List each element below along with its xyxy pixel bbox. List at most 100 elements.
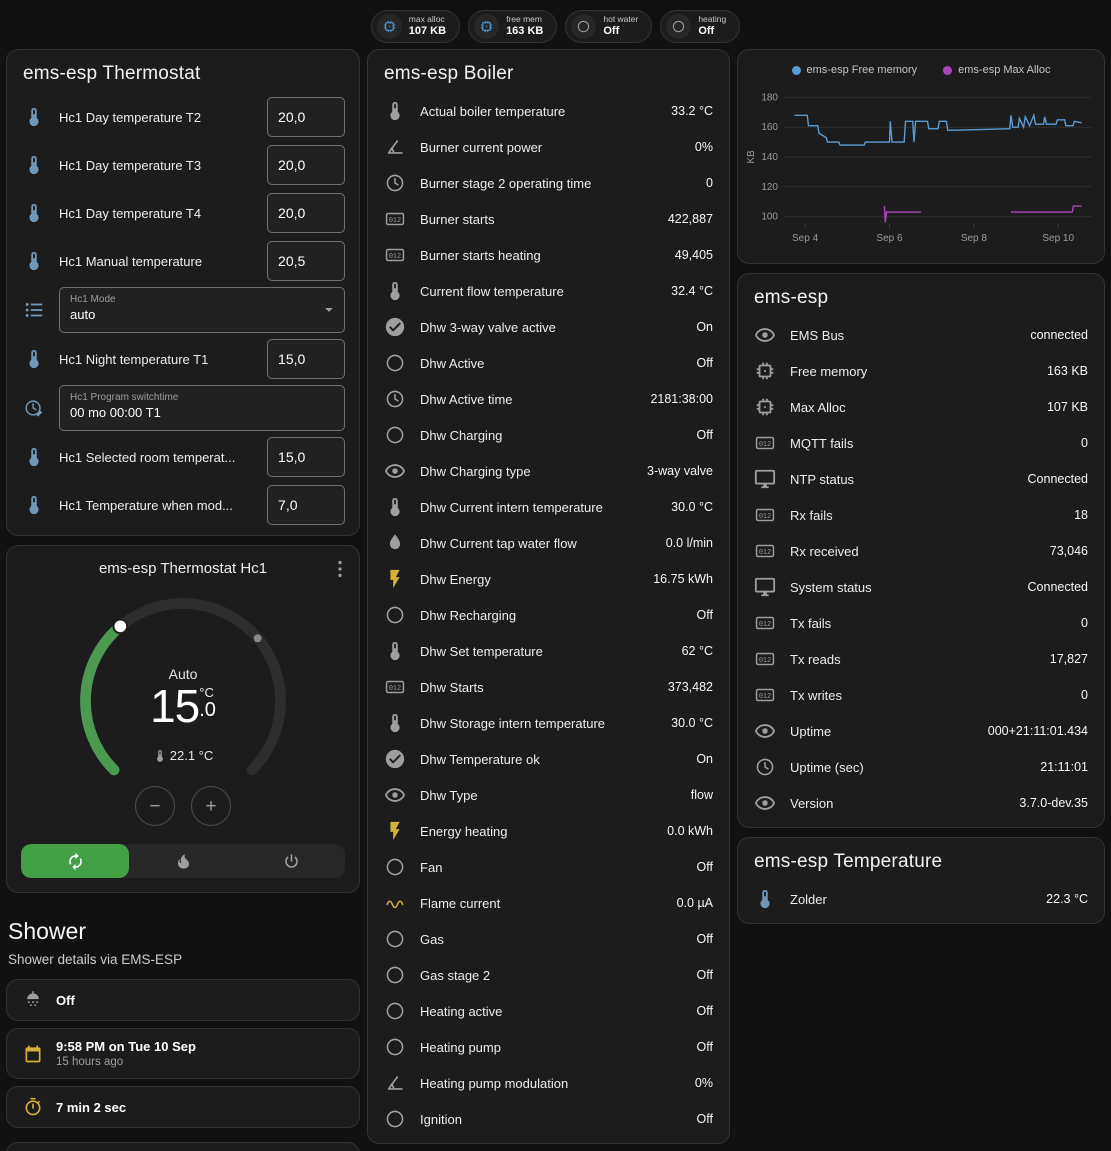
entity-row[interactable]: System statusConnected bbox=[738, 569, 1104, 605]
entity-name: Gas stage 2 bbox=[420, 968, 683, 983]
entity-row[interactable]: Dhw 3-way valve activeOn bbox=[368, 309, 729, 345]
badge[interactable]: free mem163 KB bbox=[468, 10, 557, 43]
entity-row[interactable]: Heating pump modulation0% bbox=[368, 1065, 729, 1101]
entity-value: Connected bbox=[1028, 472, 1088, 486]
entity-row[interactable]: Dhw Active time2181:38:00 bbox=[368, 381, 729, 417]
off-mode-button[interactable] bbox=[237, 844, 345, 878]
shower-card[interactable]: 7 min 2 sec bbox=[6, 1086, 360, 1128]
number-input[interactable]: 20,0 bbox=[267, 145, 345, 185]
entity-row[interactable]: Flame current0.0 µA bbox=[368, 885, 729, 921]
entity-row[interactable]: Actual boiler temperature33.2 °C bbox=[368, 93, 729, 129]
entity-name: EMS Bus bbox=[790, 328, 1016, 343]
entity-row[interactable]: Dhw Current tap water flow0.0 l/min bbox=[368, 525, 729, 561]
entity-value: 3.7.0-dev.35 bbox=[1019, 796, 1088, 810]
text-input[interactable]: Hc1 Program switchtime00 mo 00:00 T1 bbox=[59, 385, 345, 431]
entity-name: Max Alloc bbox=[790, 400, 1033, 415]
entity-row[interactable]: Dhw Temperature okOn bbox=[368, 741, 729, 777]
legend-item[interactable]: ems-esp Max Alloc bbox=[943, 64, 1050, 76]
entity-row[interactable]: Dhw ChargingOff bbox=[368, 417, 729, 453]
entity-row[interactable]: Uptime000+21:11:01.434 bbox=[738, 713, 1104, 749]
entity-name: Zolder bbox=[790, 892, 1032, 907]
entity-row[interactable]: Max Alloc107 KB bbox=[738, 389, 1104, 425]
shower-card[interactable]: 9:58 PM on Tue 10 Sep15 hours ago bbox=[6, 1028, 360, 1079]
entity-row[interactable]: Burner current power0% bbox=[368, 129, 729, 165]
svg-text:KB: KB bbox=[746, 150, 757, 164]
shower-card[interactable] bbox=[6, 1142, 360, 1151]
entity-row[interactable]: FanOff bbox=[368, 849, 729, 885]
target-temp-fraction: .0 bbox=[199, 700, 216, 721]
circle-outline-icon bbox=[384, 1108, 406, 1130]
dial-card-title: ems-esp Thermostat Hc1 bbox=[99, 560, 267, 577]
entity-row[interactable]: 012Rx received73,046 bbox=[738, 533, 1104, 569]
heat-mode-button[interactable] bbox=[129, 844, 237, 878]
setting-name: Hc1 Day temperature T3 bbox=[59, 158, 253, 173]
shower-card[interactable]: Off bbox=[6, 979, 360, 1021]
decrease-button[interactable]: − bbox=[135, 786, 175, 826]
entity-row[interactable]: Dhw ActiveOff bbox=[368, 345, 729, 381]
chart-legend: ems-esp Free memory ems-esp Max Alloc bbox=[744, 56, 1098, 78]
entity-row[interactable]: GasOff bbox=[368, 921, 729, 957]
entity-row[interactable]: Dhw Storage intern temperature30.0 °C bbox=[368, 705, 729, 741]
entity-row[interactable]: Heating activeOff bbox=[368, 993, 729, 1029]
entity-row[interactable]: Free memory163 KB bbox=[738, 353, 1104, 389]
more-menu-button[interactable] bbox=[329, 558, 351, 580]
entity-row[interactable]: 012Tx writes0 bbox=[738, 677, 1104, 713]
temp-unit: °C bbox=[199, 686, 216, 700]
circle-outline-icon bbox=[576, 19, 591, 34]
target-handle[interactable] bbox=[113, 619, 127, 633]
entity-row[interactable]: Dhw Current intern temperature30.0 °C bbox=[368, 489, 729, 525]
number-input[interactable]: 7,0 bbox=[267, 485, 345, 525]
number-input[interactable]: 20,5 bbox=[267, 241, 345, 281]
number-input[interactable]: 15,0 bbox=[267, 339, 345, 379]
select-input[interactable]: Hc1 Modeauto bbox=[59, 287, 345, 333]
boiler-card: ems-esp Boiler Actual boiler temperature… bbox=[367, 49, 730, 1144]
badge-label: max alloc bbox=[409, 15, 446, 25]
entity-row[interactable]: Zolder22.3 °C bbox=[738, 881, 1104, 917]
entity-row[interactable]: Gas stage 2Off bbox=[368, 957, 729, 993]
entity-row[interactable]: Version3.7.0-dev.35 bbox=[738, 785, 1104, 821]
entity-row[interactable]: Dhw Charging type3-way valve bbox=[368, 453, 729, 489]
field-value: 00 mo 00:00 T1 bbox=[70, 405, 318, 420]
thermostat-dial[interactable]: Auto 15°C.0 22.1 °C − + bbox=[7, 580, 359, 836]
number-input[interactable]: 20,0 bbox=[267, 193, 345, 233]
counter-icon: 012 bbox=[384, 244, 406, 266]
entity-row[interactable]: 012Burner starts422,887 bbox=[368, 201, 729, 237]
entity-row[interactable]: 012Rx fails18 bbox=[738, 497, 1104, 533]
entity-name: Current flow temperature bbox=[420, 284, 657, 299]
entity-row[interactable]: Dhw Energy16.75 kWh bbox=[368, 561, 729, 597]
entity-row[interactable]: Dhw Typeflow bbox=[368, 777, 729, 813]
entity-name: Dhw Current intern temperature bbox=[420, 500, 657, 515]
badge[interactable]: heatingOff bbox=[660, 10, 740, 43]
badge[interactable]: max alloc107 KB bbox=[371, 10, 460, 43]
badge-icon-circle bbox=[377, 14, 402, 39]
entity-row[interactable]: Energy heating0.0 kWh bbox=[368, 813, 729, 849]
entity-row[interactable]: EMS Busconnected bbox=[738, 317, 1104, 353]
badge[interactable]: hot waterOff bbox=[565, 10, 652, 43]
legend-label: ems-esp Max Alloc bbox=[958, 64, 1050, 76]
circle-outline-icon bbox=[384, 1036, 406, 1058]
entity-row[interactable]: IgnitionOff bbox=[368, 1101, 729, 1137]
increase-button[interactable]: + bbox=[191, 786, 231, 826]
entity-row[interactable]: 012Burner starts heating49,405 bbox=[368, 237, 729, 273]
entity-row[interactable]: 012Tx fails0 bbox=[738, 605, 1104, 641]
legend-item[interactable]: ems-esp Free memory bbox=[792, 64, 918, 76]
entity-value: 49,405 bbox=[675, 248, 713, 262]
entity-name: Ignition bbox=[420, 1112, 683, 1127]
entity-row[interactable]: Dhw RechargingOff bbox=[368, 597, 729, 633]
entity-row[interactable]: NTP statusConnected bbox=[738, 461, 1104, 497]
entity-row[interactable]: Current flow temperature32.4 °C bbox=[368, 273, 729, 309]
entity-row[interactable]: Burner stage 2 operating time0 bbox=[368, 165, 729, 201]
auto-mode-button[interactable] bbox=[21, 844, 129, 878]
number-input[interactable]: 20,0 bbox=[267, 97, 345, 137]
entity-row[interactable]: Uptime (sec)21:11:01 bbox=[738, 749, 1104, 785]
entity-row[interactable]: 012Tx reads17,827 bbox=[738, 641, 1104, 677]
entity-value: Off bbox=[697, 1004, 713, 1018]
entity-row[interactable]: Heating pumpOff bbox=[368, 1029, 729, 1065]
counter-icon: 012 bbox=[754, 612, 776, 634]
entity-row[interactable]: 012Dhw Starts373,482 bbox=[368, 669, 729, 705]
number-input[interactable]: 15,0 bbox=[267, 437, 345, 477]
entity-row[interactable]: 012MQTT fails0 bbox=[738, 425, 1104, 461]
number-input-value: 7,0 bbox=[278, 497, 297, 513]
entity-name: Burner current power bbox=[420, 140, 681, 155]
entity-row[interactable]: Dhw Set temperature62 °C bbox=[368, 633, 729, 669]
